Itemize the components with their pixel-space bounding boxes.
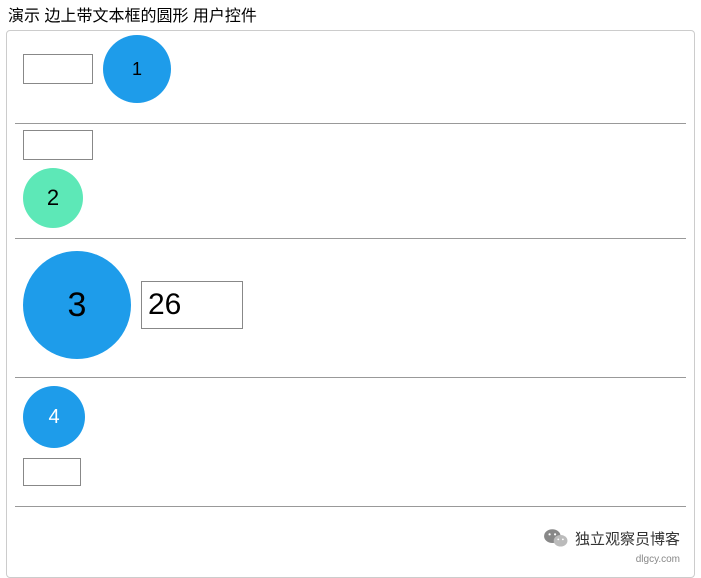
textbox-input-4[interactable] bbox=[24, 459, 80, 485]
row-2: 2 bbox=[15, 124, 686, 239]
watermark-text: 独立观察员博客 bbox=[575, 528, 680, 549]
row-3: 3 26 bbox=[15, 239, 686, 378]
circle-label-3: 3 bbox=[68, 286, 87, 325]
textbox-input-2[interactable] bbox=[24, 131, 92, 159]
textbox-2[interactable] bbox=[23, 130, 93, 160]
circle-4[interactable]: 4 bbox=[23, 386, 85, 448]
circle-1[interactable]: 1 bbox=[103, 35, 171, 103]
textbox-4[interactable] bbox=[23, 458, 81, 486]
circle-label-2: 2 bbox=[47, 185, 59, 211]
row-4: 4 bbox=[15, 378, 686, 507]
watermark: 独立观察员博客 bbox=[543, 527, 680, 549]
demo-container: 1 2 3 26 4 bbox=[6, 30, 695, 578]
textbox-input-1[interactable] bbox=[24, 55, 92, 83]
circle-2[interactable]: 2 bbox=[23, 168, 83, 228]
textbox-value-3: 26 bbox=[148, 288, 181, 321]
circle-label-4: 4 bbox=[48, 406, 59, 429]
row-1: 1 bbox=[15, 31, 686, 124]
textbox-1[interactable] bbox=[23, 54, 93, 84]
circle-3[interactable]: 3 bbox=[23, 251, 131, 359]
wechat-icon bbox=[543, 527, 569, 549]
page-title: 演示 边上带文本框的圆形 用户控件 bbox=[0, 0, 701, 28]
circle-label-1: 1 bbox=[132, 59, 142, 80]
textbox-3[interactable]: 26 bbox=[141, 281, 243, 329]
watermark-sub: dlgcy.com bbox=[636, 554, 680, 565]
